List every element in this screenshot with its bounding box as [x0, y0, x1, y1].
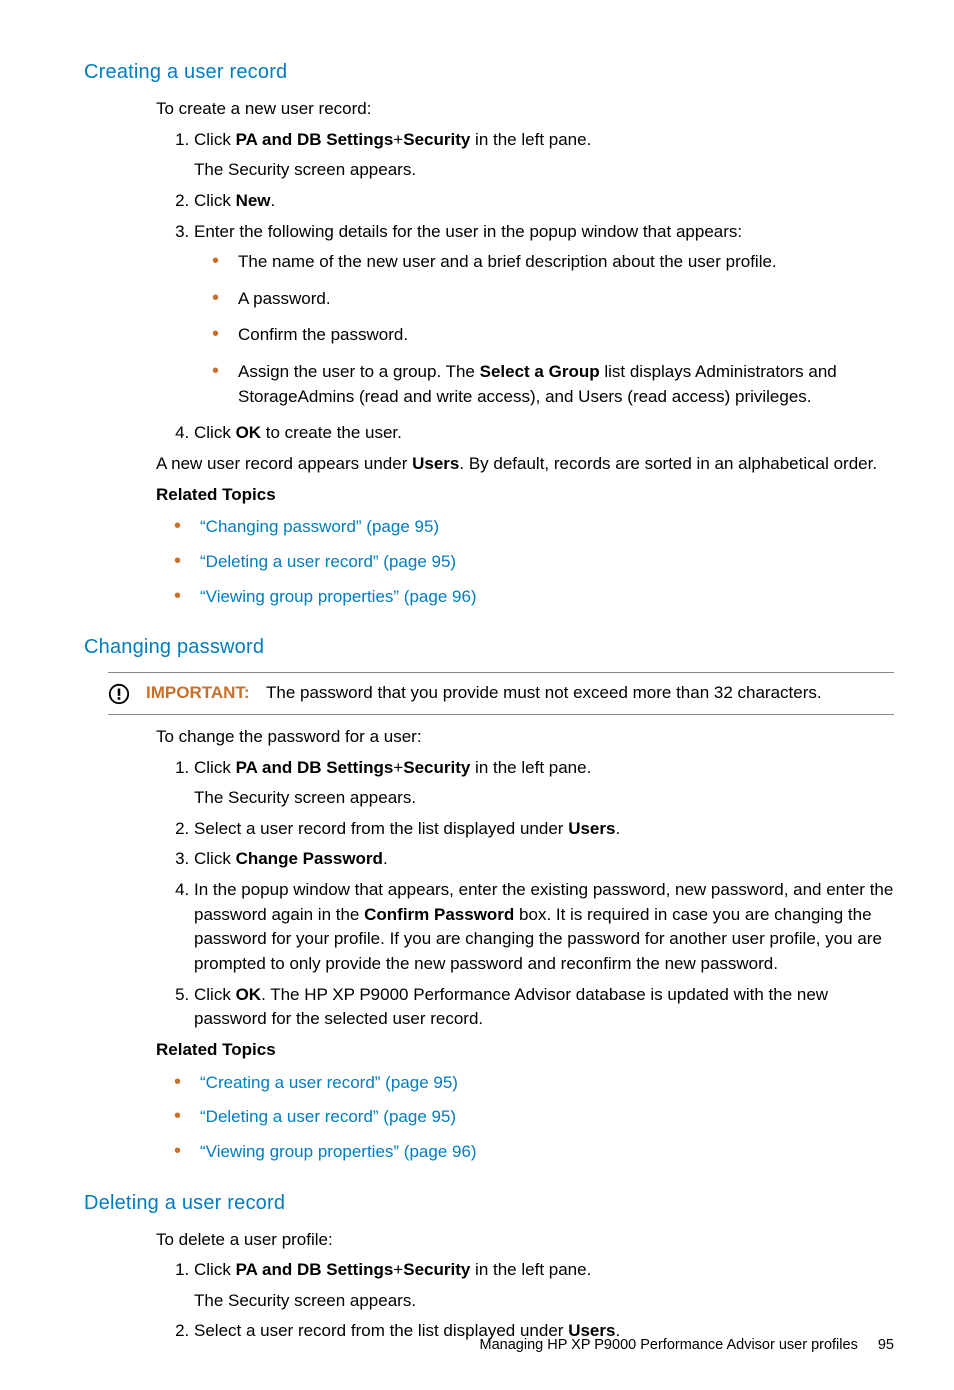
link-changing-password[interactable]: “Changing password” (page 95)	[200, 517, 439, 536]
step-4: Click OK to create the user.	[194, 421, 894, 446]
footer-text: Managing HP XP P9000 Performance Advisor…	[480, 1337, 858, 1353]
list-item: “Deleting a user record” (page 95)	[174, 550, 894, 575]
step-2: Select a user record from the list displ…	[194, 817, 894, 842]
text: Click PA and DB Settings+Security in the…	[194, 758, 591, 777]
divider	[108, 714, 894, 715]
popup-details: The name of the new user and a brief des…	[212, 250, 894, 409]
list-item: Confirm the password.	[212, 323, 894, 348]
body-deleting: To delete a user profile: Click PA and D…	[156, 1228, 894, 1345]
related-topics-heading: Related Topics	[156, 1038, 894, 1063]
intro-deleting: To delete a user profile:	[156, 1228, 894, 1253]
list-item: Assign the user to a group. The Select a…	[212, 360, 894, 409]
important-content: IMPORTANT: The password that you provide…	[146, 681, 822, 706]
list-item: “Creating a user record” (page 95)	[174, 1071, 894, 1096]
link-deleting-user-record[interactable]: “Deleting a user record” (page 95)	[200, 1107, 456, 1126]
step-1-sub: The Security screen appears.	[194, 786, 894, 811]
steps-creating: Click PA and DB Settings+Security in the…	[156, 128, 894, 446]
list-item: “Deleting a user record” (page 95)	[174, 1105, 894, 1130]
important-block: IMPORTANT: The password that you provide…	[108, 672, 894, 715]
related-topics-list: “Changing password” (page 95) “Deleting …	[174, 515, 894, 609]
important-label: IMPORTANT:	[146, 683, 250, 702]
step-1-sub: The Security screen appears.	[194, 158, 894, 183]
intro-changing: To change the password for a user:	[156, 725, 894, 750]
important-row: IMPORTANT: The password that you provide…	[108, 673, 894, 714]
heading-creating: Creating a user record	[84, 58, 894, 87]
step-5: Click OK. The HP XP P9000 Performance Ad…	[194, 983, 894, 1032]
step-4: In the popup window that appears, enter …	[194, 878, 894, 977]
step-2: Click New.	[194, 189, 894, 214]
related-topics-list: “Creating a user record” (page 95) “Dele…	[174, 1071, 894, 1165]
section-deleting: Deleting a user record To delete a user …	[84, 1189, 894, 1345]
body-creating: To create a new user record: Click PA an…	[156, 97, 894, 609]
section-changing: Changing password IMPORTANT: The passwor…	[84, 633, 894, 1164]
step-3: Click Change Password.	[194, 847, 894, 872]
section-creating: Creating a user record To create a new u…	[84, 58, 894, 609]
list-item: “Viewing group properties” (page 96)	[174, 585, 894, 610]
text: Click PA and DB Settings+Security in the…	[194, 130, 591, 149]
step-3: Enter the following details for the user…	[194, 220, 894, 410]
step-1-sub: The Security screen appears.	[194, 1289, 894, 1314]
body-changing: To change the password for a user: Click…	[156, 725, 894, 1165]
after-note: A new user record appears under Users. B…	[156, 452, 894, 477]
list-item: A password.	[212, 287, 894, 312]
steps-changing: Click PA and DB Settings+Security in the…	[156, 756, 894, 1032]
list-item: The name of the new user and a brief des…	[212, 250, 894, 275]
page: Creating a user record To create a new u…	[0, 0, 954, 1390]
link-viewing-group-properties[interactable]: “Viewing group properties” (page 96)	[200, 587, 477, 606]
page-footer: Managing HP XP P9000 Performance Advisor…	[480, 1335, 894, 1356]
related-topics-heading: Related Topics	[156, 483, 894, 508]
link-creating-user-record[interactable]: “Creating a user record” (page 95)	[200, 1073, 458, 1092]
step-1: Click PA and DB Settings+Security in the…	[194, 756, 894, 811]
step-1: Click PA and DB Settings+Security in the…	[194, 1258, 894, 1313]
text: Click PA and DB Settings+Security in the…	[194, 1260, 591, 1279]
intro-creating: To create a new user record:	[156, 97, 894, 122]
important-icon	[108, 683, 130, 705]
important-text: The password that you provide must not e…	[266, 683, 822, 702]
heading-deleting: Deleting a user record	[84, 1189, 894, 1218]
link-viewing-group-properties[interactable]: “Viewing group properties” (page 96)	[200, 1142, 477, 1161]
link-deleting-user-record[interactable]: “Deleting a user record” (page 95)	[200, 552, 456, 571]
heading-changing: Changing password	[84, 633, 894, 662]
page-number: 95	[878, 1337, 894, 1353]
steps-deleting: Click PA and DB Settings+Security in the…	[156, 1258, 894, 1344]
list-item: “Viewing group properties” (page 96)	[174, 1140, 894, 1165]
list-item: “Changing password” (page 95)	[174, 515, 894, 540]
step-1: Click PA and DB Settings+Security in the…	[194, 128, 894, 183]
